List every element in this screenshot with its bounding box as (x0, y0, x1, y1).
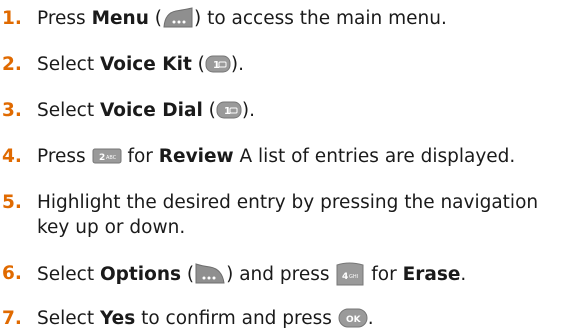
key-1-icon: 1 (205, 55, 231, 73)
step-text: Press 2 ABC for Review A list of entries … (37, 146, 516, 167)
key-2abc-icon: 2 ABC (92, 148, 122, 164)
options-softkey-icon (194, 263, 226, 285)
step-text: Select Voice Kit (1). (37, 54, 245, 75)
ok-key-icon: OK (338, 308, 368, 328)
step-number: 1. (2, 8, 22, 29)
step-number: 4. (2, 146, 22, 167)
step-number: 2. (2, 54, 22, 75)
key-4ghi-icon: 4 GHI (335, 261, 365, 287)
menu-softkey-icon (162, 7, 194, 29)
svg-text:OK: OK (346, 315, 362, 325)
step-number: 5. (2, 192, 22, 213)
step-text: Select Voice Dial (1). (37, 100, 256, 121)
key-1-icon: 1 (216, 101, 242, 119)
step-number: 7. (2, 308, 22, 329)
svg-text:GHI: GHI (349, 274, 358, 280)
svg-text:2: 2 (99, 153, 105, 163)
svg-text:4: 4 (342, 272, 348, 282)
step-text-continued: key up or down. (37, 217, 186, 238)
svg-text:ABC: ABC (106, 155, 117, 161)
step-text: Press Menu () to access the main menu. (37, 7, 447, 29)
step-number: 6. (2, 263, 22, 284)
step-text: Select Yes to confirm and press OK. (37, 308, 374, 329)
step-text: Highlight the desired entry by pressing … (37, 192, 539, 213)
step-number: 3. (2, 100, 22, 121)
instruction-list: 1. Press Menu () to access the main menu… (0, 0, 571, 330)
step-5: 5. Highlight the desired entry by pressi… (0, 191, 571, 243)
step-text: Select Options () and press 4 GHI for Era… (37, 262, 466, 288)
